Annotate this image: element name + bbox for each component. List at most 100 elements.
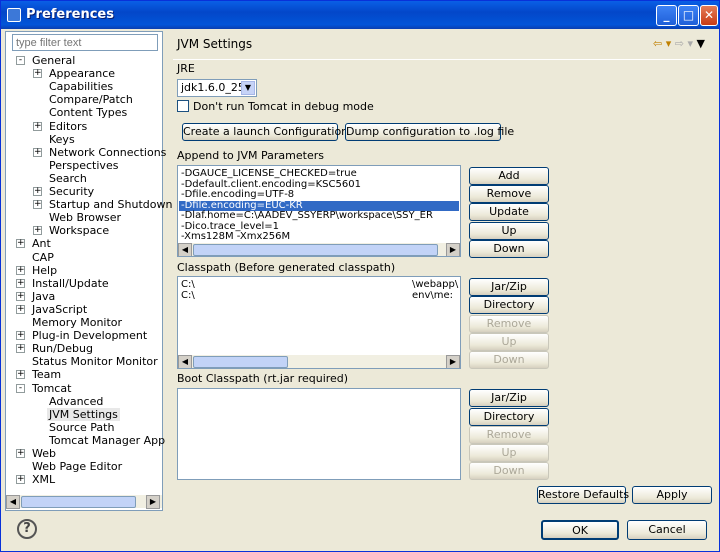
filter-input[interactable] — [12, 34, 158, 51]
classpath-remove-button[interactable]: Remove — [469, 315, 549, 333]
tree-item-label: Team — [32, 368, 62, 382]
expand-icon[interactable]: + — [33, 121, 42, 131]
jvm-params-list[interactable]: -DGAUCE_LICENSE_CHECKED=true -Ddefault.cl… — [177, 165, 461, 257]
tree-item-label: Appearance — [49, 67, 116, 81]
append-params-label: Append to JVM Parameters — [177, 149, 324, 162]
param-item[interactable]: -Dfile.encoding=UTF-8 — [181, 190, 294, 200]
title-bar[interactable]: Preferences _ □ ✕ — [1, 1, 719, 29]
scroll-thumb[interactable] — [193, 356, 288, 368]
window-icon — [7, 8, 21, 22]
boot-classpath-label: Boot Classpath (rt.jar required) — [177, 372, 349, 385]
help-icon[interactable]: ? — [17, 519, 37, 539]
add-param-button[interactable]: Add — [469, 167, 549, 185]
debug-checkbox[interactable] — [177, 100, 189, 112]
classpath-item-path: \webapp\ — [412, 279, 459, 290]
history-nav[interactable]: ⇦ ▾ ⇨ ▾ ▼ — [653, 37, 705, 50]
classpath-horizontal-scrollbar[interactable]: ◀ ▶ — [178, 354, 460, 368]
ok-button[interactable]: OK — [541, 520, 619, 540]
classpath-down-button[interactable]: Down — [469, 351, 549, 369]
expand-icon[interactable]: + — [33, 226, 42, 236]
forward-arrow-icon[interactable]: ⇨ ▾ — [675, 37, 693, 50]
tree-item-label: Search — [49, 171, 87, 185]
expand-icon[interactable]: + — [16, 265, 25, 275]
jre-value: jdk1.6.0_25 — [181, 81, 245, 94]
classpath-label: Classpath (Before generated classpath) — [177, 261, 396, 274]
boot-remove-button[interactable]: Remove — [469, 426, 549, 444]
expand-icon[interactable]: + — [16, 331, 25, 341]
expand-icon[interactable]: + — [16, 278, 25, 288]
apply-button[interactable]: Apply — [632, 486, 712, 504]
classpath-jar-button[interactable]: Jar/Zip — [469, 278, 549, 296]
classpath-item-path: env\me: — [412, 289, 454, 301]
expand-icon[interactable]: + — [33, 200, 42, 210]
param-item[interactable]: -Ddefault.client.encoding=KSC5601 — [181, 179, 361, 190]
page-title: JVM Settings — [177, 37, 253, 51]
tree-item-label: XML — [32, 473, 56, 487]
tree-item-label: Web — [32, 447, 56, 460]
dump-config-button[interactable]: Dump configuration to .log file — [345, 123, 514, 141]
expand-icon[interactable]: + — [16, 304, 25, 314]
param-down-button[interactable]: Down — [469, 240, 549, 258]
scroll-right-icon[interactable]: ▶ — [446, 243, 460, 256]
expand-icon[interactable]: + — [16, 370, 25, 380]
boot-up-button[interactable]: Up — [469, 444, 549, 462]
classpath-directory-button[interactable]: Directory — [469, 296, 549, 314]
classpath-item[interactable]: C:\ — [181, 280, 195, 290]
classpath-item[interactable]: C:\ — [181, 290, 195, 301]
cancel-button[interactable]: Cancel — [627, 520, 707, 540]
scroll-left-icon[interactable]: ◀ — [178, 243, 192, 256]
boot-classpath-list[interactable] — [177, 388, 461, 480]
param-item[interactable]: -Dlaf.home=C:\AADEV_SSYERP\workspace\SSY… — [181, 211, 433, 221]
tree-item-label: Compare/Patch — [49, 93, 133, 107]
boot-jar-button[interactable]: Jar/Zip — [469, 389, 549, 407]
create-launch-config-button[interactable]: Create a launch Configuration — [182, 123, 348, 141]
boot-directory-button[interactable]: Directory — [469, 408, 549, 426]
classpath-up-button[interactable]: Up — [469, 333, 549, 351]
tree-item-label: Java — [32, 289, 56, 303]
chevron-down-icon[interactable]: ▼ — [241, 81, 255, 95]
tree-horizontal-scrollbar[interactable]: ◀ ▶ — [6, 494, 162, 509]
title-separator — [173, 59, 711, 60]
remove-param-button[interactable]: Remove — [469, 185, 549, 203]
scroll-thumb[interactable] — [193, 244, 438, 256]
expand-icon[interactable]: + — [16, 449, 25, 458]
scroll-thumb[interactable] — [21, 496, 136, 508]
collapse-icon[interactable]: - — [16, 56, 25, 65]
scroll-right-icon[interactable]: ▶ — [446, 355, 460, 368]
param-item[interactable]: -Dfile.encoding=EUC-KR — [179, 200, 459, 211]
tree-item-label: Tomcat Manager App — [49, 433, 166, 447]
param-item[interactable]: -Xms128M -Xmx256M — [181, 232, 290, 242]
expand-icon[interactable]: + — [33, 69, 42, 79]
tree-item-label: Network Connections — [49, 145, 167, 159]
restore-defaults-button[interactable]: Restore Defaults — [537, 486, 629, 504]
expand-icon[interactable]: + — [33, 187, 42, 196]
scroll-left-icon[interactable]: ◀ — [178, 355, 192, 368]
jre-select[interactable]: jdk1.6.0_25 ▼ — [177, 79, 257, 97]
expand-icon[interactable]: + — [33, 147, 42, 157]
scroll-right-icon[interactable]: ▶ — [146, 495, 160, 509]
collapse-icon[interactable]: - — [16, 383, 25, 393]
expand-icon[interactable]: + — [16, 344, 25, 354]
classpath-list[interactable]: C:\ \webapp\ C:\ env\me: ◀ ▶ — [177, 276, 461, 369]
back-arrow-icon[interactable]: ⇦ ▾ — [653, 37, 671, 50]
update-param-button[interactable]: Update — [469, 203, 549, 221]
tree-item-label: Tomcat — [32, 381, 72, 395]
window-title: Preferences — [26, 7, 114, 22]
expand-icon[interactable]: + — [16, 475, 25, 485]
expand-icon[interactable]: + — [16, 239, 25, 249]
view-menu-icon[interactable]: ▼ — [697, 37, 705, 50]
boot-down-button[interactable]: Down — [469, 462, 549, 480]
param-item[interactable]: -Dico.trace_level=1 — [181, 221, 279, 232]
close-button[interactable]: ✕ — [700, 5, 718, 26]
expand-icon[interactable]: + — [16, 291, 25, 301]
params-horizontal-scrollbar[interactable]: ◀ ▶ — [178, 242, 460, 256]
tree-item-label: JavaScript — [32, 302, 88, 316]
tree-item-label: Status Monitor Monitor — [32, 355, 158, 369]
maximize-button[interactable]: □ — [678, 5, 699, 26]
tree-item-label: Web Page Editor — [32, 460, 123, 474]
minimize-button[interactable]: _ — [656, 5, 677, 26]
param-item[interactable]: -DGAUCE_LICENSE_CHECKED=true — [181, 169, 357, 179]
tree-item-label: Editors — [49, 119, 88, 133]
param-up-button[interactable]: Up — [469, 222, 549, 240]
scroll-left-icon[interactable]: ◀ — [6, 495, 20, 509]
